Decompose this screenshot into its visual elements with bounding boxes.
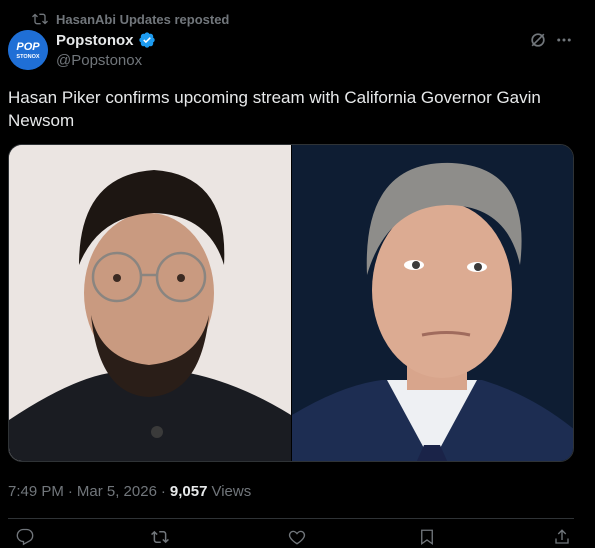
more-options-icon[interactable] xyxy=(555,31,573,49)
share-icon[interactable] xyxy=(553,528,571,546)
verified-badge-icon[interactable] xyxy=(138,31,156,49)
author-name-row[interactable]: Popstonox xyxy=(56,31,156,49)
meta-dot: · xyxy=(67,483,73,500)
bookmark-icon[interactable] xyxy=(418,528,436,546)
avatar-text-bottom: STONOX xyxy=(16,54,39,60)
photo-left[interactable] xyxy=(9,145,291,461)
repost-icon xyxy=(32,13,48,25)
tweet-date[interactable]: Mar 5, 2026 xyxy=(77,483,157,500)
author-handle[interactable]: @Popstonox xyxy=(56,52,142,69)
divider xyxy=(8,518,574,519)
like-icon[interactable] xyxy=(288,528,306,546)
portrait-photo-left xyxy=(9,145,291,461)
reply-icon[interactable] xyxy=(16,528,34,546)
tweet-media[interactable] xyxy=(8,144,574,462)
retweet-icon[interactable] xyxy=(151,528,169,546)
tweet-text: Hasan Piker confirms upcoming stream wit… xyxy=(8,88,541,130)
photo-right[interactable] xyxy=(292,145,573,461)
views-count: 9,057 xyxy=(169,483,208,500)
portrait-photo-right xyxy=(292,145,573,461)
tweet-meta: 7:49 PM · Mar 5, 2026 · 9,057 Views xyxy=(8,483,251,500)
views-label: Views xyxy=(211,483,252,500)
repost-header[interactable]: HasanAbi Updates reposted xyxy=(32,10,229,28)
grok-icon[interactable] xyxy=(528,30,548,50)
meta-dot: · xyxy=(160,483,166,500)
avatar-text-top: POP xyxy=(16,41,40,53)
tweet-time[interactable]: 7:49 PM xyxy=(8,483,64,500)
author-name[interactable]: Popstonox xyxy=(56,32,134,49)
avatar[interactable]: POP STONOX xyxy=(8,30,48,70)
avatar-logo: POP STONOX xyxy=(8,30,48,70)
repost-label: HasanAbi Updates reposted xyxy=(56,11,230,27)
action-bar xyxy=(8,528,574,548)
